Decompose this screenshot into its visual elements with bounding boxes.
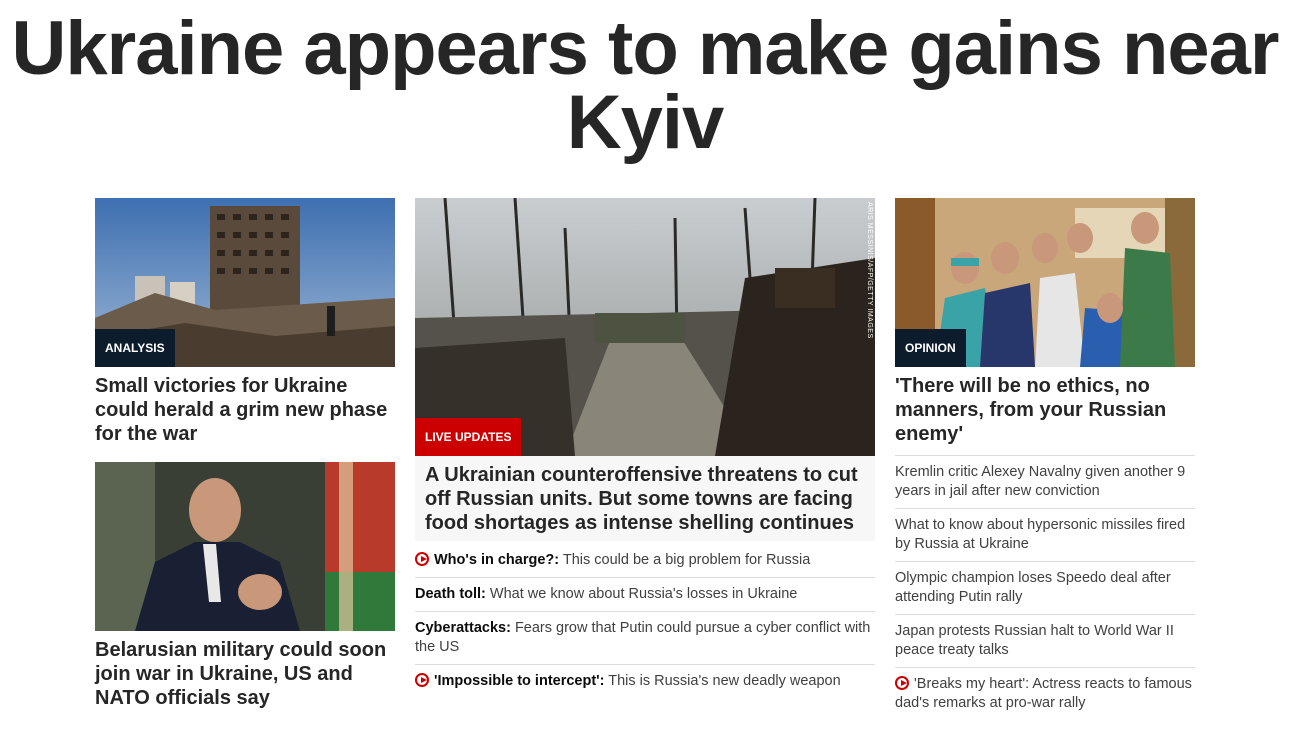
- list-item[interactable]: Olympic champion loses Speedo deal after…: [895, 561, 1195, 614]
- story-title-no-ethics[interactable]: 'There will be no ethics, no manners, fr…: [895, 374, 1195, 446]
- list-item-text: This is Russia's new deadly weapon: [604, 673, 841, 689]
- live-updates-label: LIVE UPDATES: [415, 418, 522, 456]
- play-icon: [415, 552, 429, 566]
- list-item[interactable]: Who's in charge?: This could be a big pr…: [415, 545, 875, 577]
- photo-credit: ARIS MESSINIS/AFP/GETTY IMAGES: [866, 202, 873, 339]
- live-title-box: A Ukrainian counteroffensive threatens t…: [415, 456, 875, 541]
- bombed-building-image[interactable]: ANALYSIS: [95, 198, 395, 367]
- story-title-counteroffensive[interactable]: A Ukrainian counteroffensive threatens t…: [425, 463, 865, 535]
- list-item-link[interactable]: Cyberattacks: Fears grow that Putin coul…: [415, 619, 875, 657]
- list-item-link[interactable]: Who's in charge?: This could be a big pr…: [415, 551, 875, 570]
- list-item-bold: 'Impossible to intercept':: [434, 673, 605, 689]
- opinion-label: OPINION: [895, 329, 966, 367]
- list-item-text: 'Breaks my heart': Actress reacts to fam…: [895, 676, 1192, 711]
- list-item[interactable]: 'Impossible to intercept': This is Russi…: [415, 664, 875, 698]
- right-column: OPINION 'There will be no ethics, no man…: [895, 198, 1195, 720]
- list-item-bold: Death toll:: [415, 586, 486, 602]
- lukashenko-photo: [95, 462, 395, 631]
- list-item-link[interactable]: Kremlin critic Alexey Navalny given anot…: [895, 463, 1195, 501]
- list-item-link[interactable]: Death toll: What we know about Russia's …: [415, 585, 875, 604]
- list-item-bold: Cyberattacks:: [415, 620, 511, 636]
- story-title-belarusian-military[interactable]: Belarusian military could soon join war …: [95, 638, 395, 710]
- play-icon: [895, 676, 909, 690]
- list-item-link[interactable]: 'Breaks my heart': Actress reacts to fam…: [895, 675, 1195, 713]
- left-column: ANALYSIS Small victories for Ukraine cou…: [95, 198, 395, 710]
- list-item-link[interactable]: 'Impossible to intercept': This is Russi…: [415, 672, 875, 691]
- list-item[interactable]: Kremlin critic Alexey Navalny given anot…: [895, 455, 1195, 508]
- play-icon: [415, 673, 429, 687]
- main-headline[interactable]: Ukraine appears to make gains near Kyiv: [0, 11, 1290, 161]
- story-title-small-victories[interactable]: Small victories for Ukraine could herald…: [95, 374, 395, 446]
- center-column: ARIS MESSINIS/AFP/GETTY IMAGES LIVE UPDA…: [415, 198, 875, 698]
- list-item-bold: Who's in charge?:: [434, 552, 560, 568]
- hospital-group-image[interactable]: OPINION: [895, 198, 1195, 367]
- list-item-text: This could be a big problem for Russia: [559, 552, 811, 568]
- center-story-list: Who's in charge?: This could be a big pr…: [415, 545, 875, 698]
- lukashenko-image[interactable]: [95, 462, 395, 631]
- right-story-list: Kremlin critic Alexey Navalny given anot…: [895, 455, 1195, 720]
- list-item-link[interactable]: What to know about hypersonic missiles f…: [895, 516, 1195, 554]
- list-item[interactable]: What to know about hypersonic missiles f…: [895, 508, 1195, 561]
- list-item-link[interactable]: Olympic champion loses Speedo deal after…: [895, 569, 1195, 607]
- list-item-link[interactable]: Japan protests Russian halt to World War…: [895, 622, 1195, 660]
- list-item-text: What we know about Russia's losses in Uk…: [485, 586, 798, 602]
- list-item[interactable]: Japan protests Russian halt to World War…: [895, 614, 1195, 667]
- list-item[interactable]: Death toll: What we know about Russia's …: [415, 577, 875, 611]
- list-item[interactable]: Cyberattacks: Fears grow that Putin coul…: [415, 611, 875, 664]
- destroyed-tanks-image[interactable]: ARIS MESSINIS/AFP/GETTY IMAGES LIVE UPDA…: [415, 198, 875, 456]
- analysis-label: ANALYSIS: [95, 329, 175, 367]
- list-item[interactable]: 'Breaks my heart': Actress reacts to fam…: [895, 667, 1195, 720]
